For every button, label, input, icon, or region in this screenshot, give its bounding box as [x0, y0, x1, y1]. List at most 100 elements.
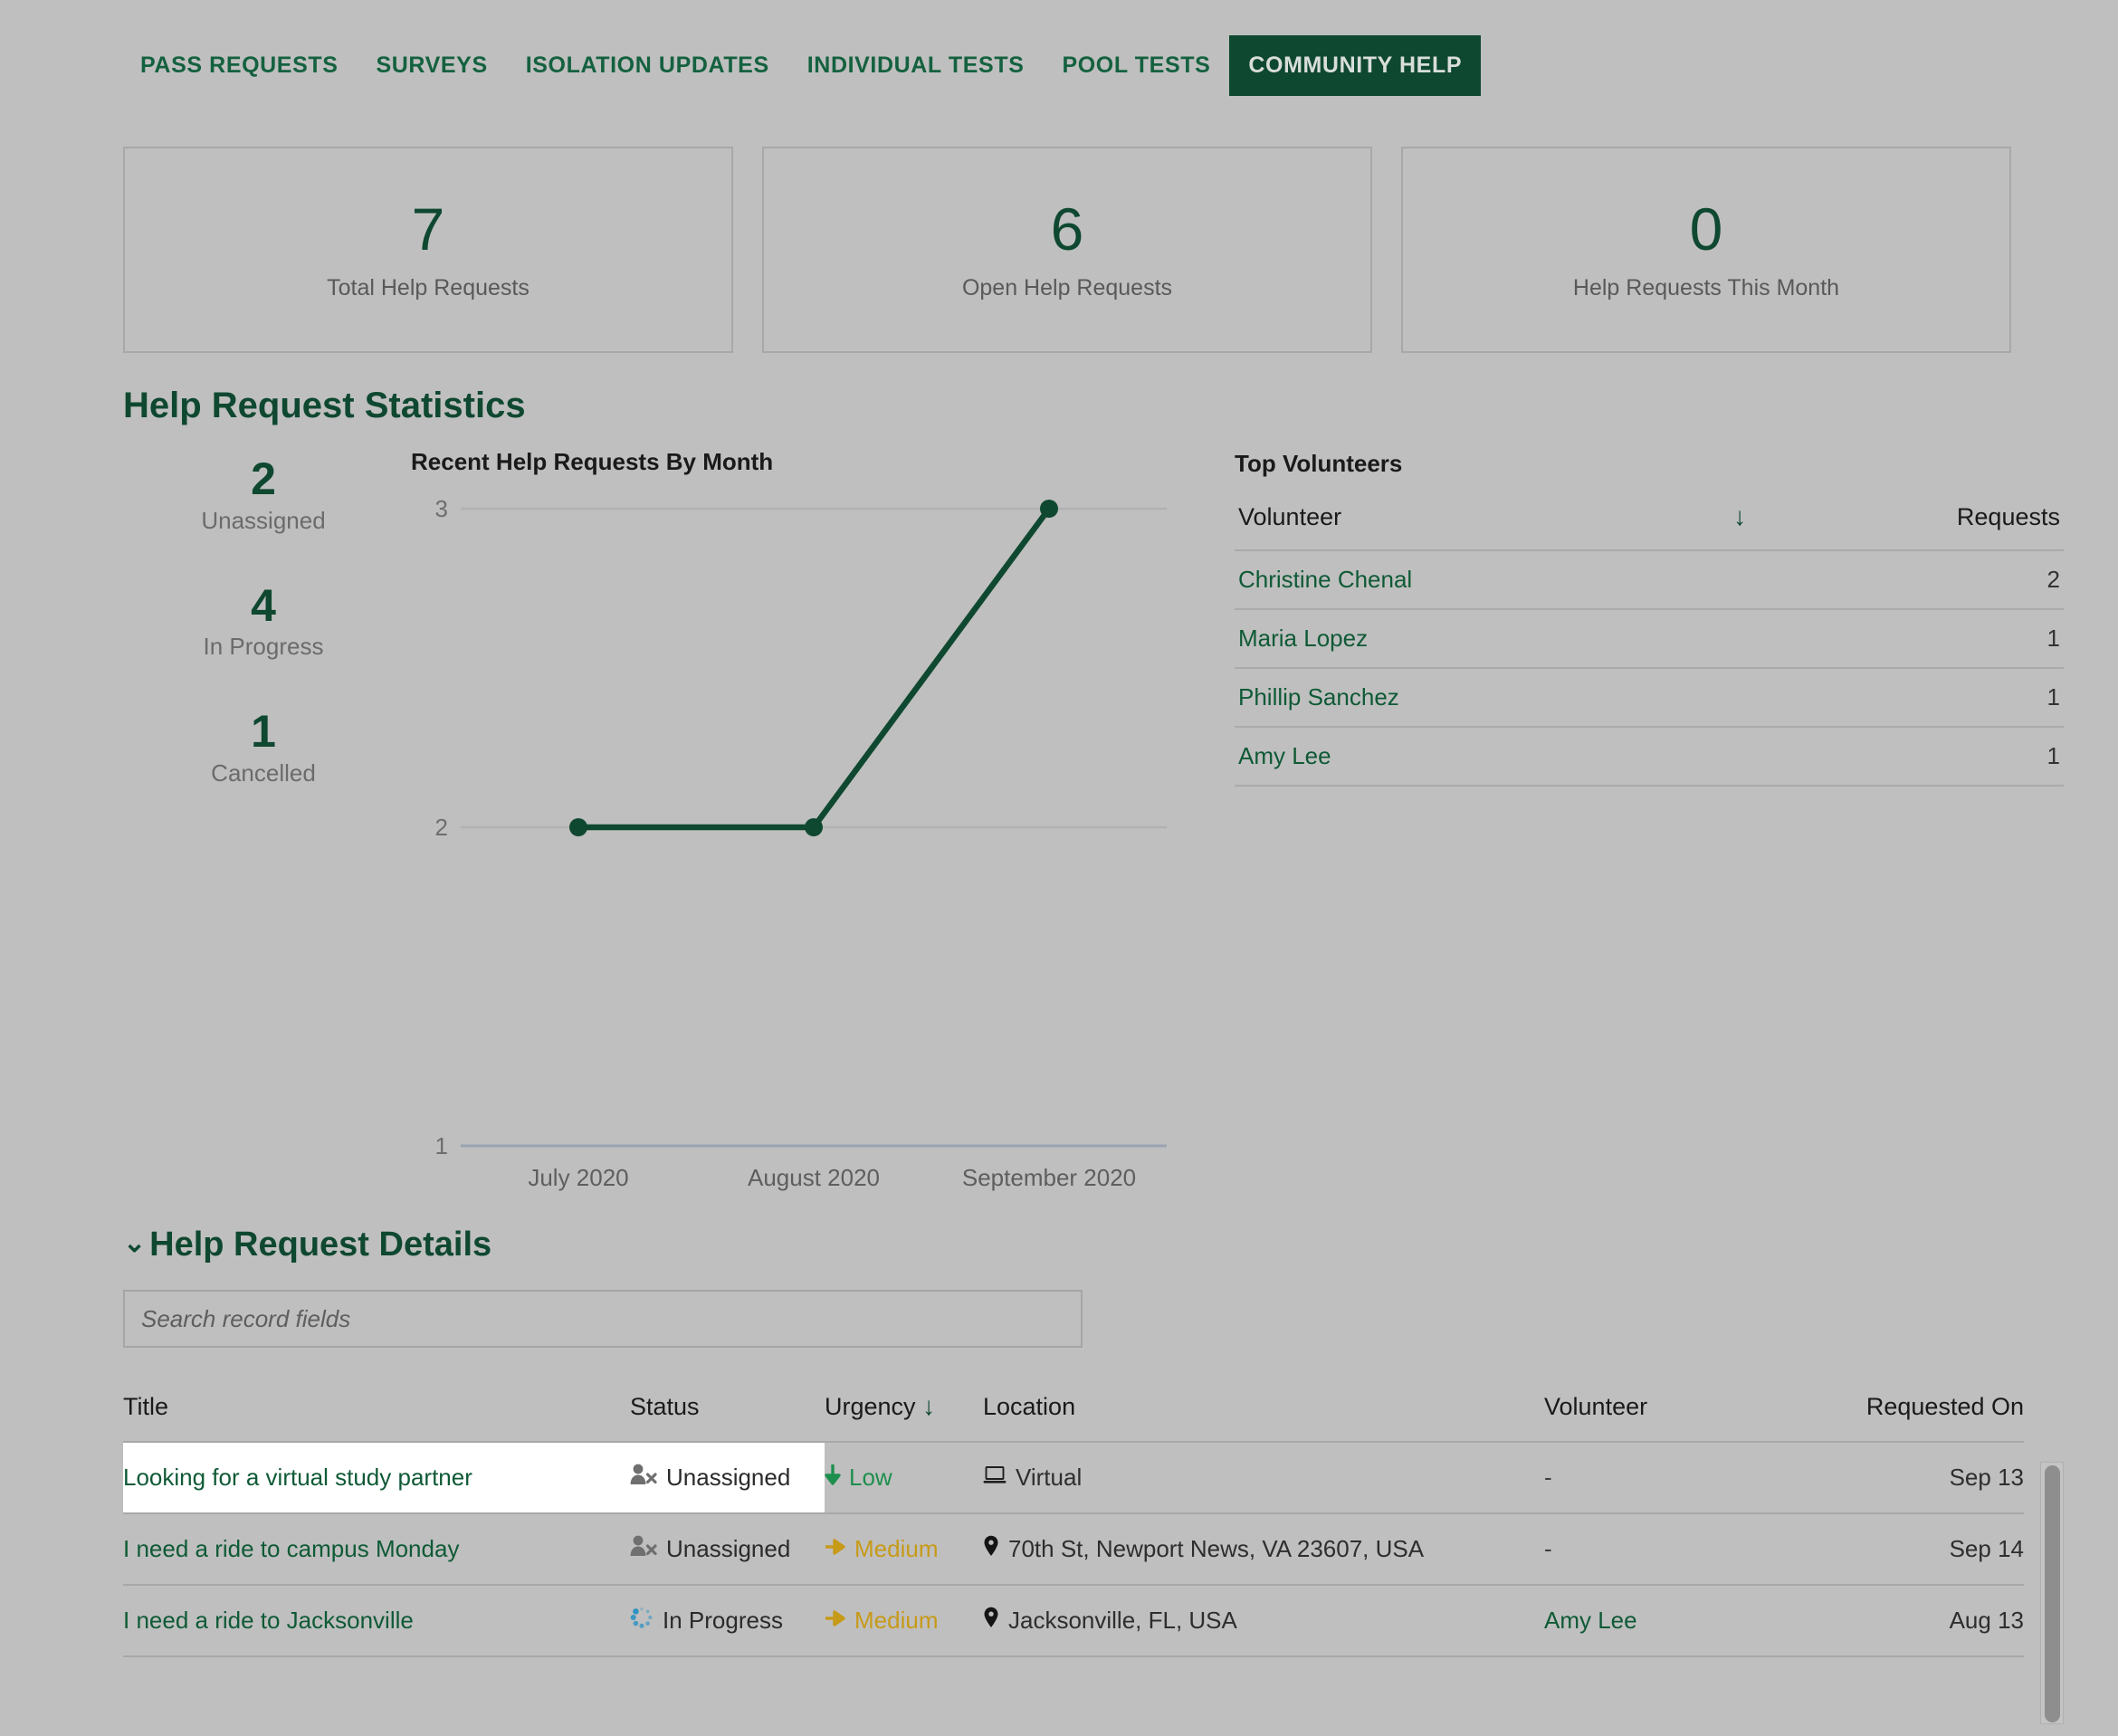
details-heading-label: Help Request Details: [149, 1226, 492, 1264]
table-header-row: Title Status Urgency ↓ Location Voluntee…: [123, 1392, 2024, 1443]
cell-title[interactable]: I need a ride to campus Monday: [123, 1513, 630, 1586]
cell-urgency: Low: [825, 1442, 983, 1514]
location-value: Virtual: [983, 1464, 1082, 1492]
status-count: 1: [251, 706, 276, 757]
column-header-title[interactable]: Title: [123, 1393, 630, 1443]
chart-y-tick-label: 3: [435, 495, 448, 522]
nav-item-isolation-updates[interactable]: ISOLATION UPDATES: [507, 35, 788, 96]
cell-status: Unassigned: [630, 1513, 825, 1586]
search-input[interactable]: [123, 1290, 1083, 1348]
kpi-label: Open Help Requests: [961, 274, 1173, 300]
arrow-down-icon: ↓: [1733, 502, 1747, 530]
cell-requested-on: Aug 13: [1825, 1585, 2024, 1657]
table-vertical-scrollbar[interactable]: [2040, 1462, 2064, 1724]
nav-item-community-help[interactable]: COMMUNITY HELP: [1229, 34, 1482, 96]
nav-item-individual-tests[interactable]: INDIVIDUAL TESTS: [788, 35, 1044, 96]
volunteer-name-link[interactable]: Christine Chenal: [1235, 550, 1700, 610]
column-header-urgency-label: Urgency: [825, 1393, 916, 1420]
volunteer-link[interactable]: Amy Lee: [1544, 1607, 1637, 1634]
arrow-right-icon: [825, 1607, 846, 1635]
table-row[interactable]: I need a ride to Jacksonville In Progres…: [123, 1585, 2024, 1657]
volunteer-name-link[interactable]: Phillip Sanchez: [1235, 668, 1700, 728]
urgency-label: Low: [849, 1464, 892, 1491]
nav-item-pass-requests[interactable]: PASS REQUESTS: [121, 35, 358, 96]
status-badge: In Progress: [630, 1606, 783, 1636]
help-requests-body: Looking for a virtual study partner Unas…: [123, 1442, 2024, 1657]
volunteer-request-count: 1: [1780, 727, 2064, 787]
kpi-card-row: 7 Total Help Requests 6 Open Help Reques…: [0, 147, 2118, 353]
status-unassigned: 2 Unassigned: [123, 455, 404, 535]
table-row[interactable]: Looking for a virtual study partner Unas…: [123, 1442, 2024, 1514]
request-title-link[interactable]: I need a ride to campus Monday: [123, 1535, 459, 1562]
cell-urgency: Medium: [825, 1513, 983, 1586]
nav-item-surveys[interactable]: SURVEYS: [358, 35, 507, 96]
volunteer-request-count: 2: [1780, 550, 2064, 610]
location-label: Jacksonville, FL, USA: [1008, 1607, 1237, 1634]
table-row[interactable]: Christine Chenal 2: [1235, 550, 2064, 610]
scrollbar-thumb[interactable]: [2045, 1465, 2060, 1722]
volunteer-spacer-cell: [1699, 668, 1781, 728]
location-value: 70th St, Newport News, VA 23607, USA: [983, 1535, 1424, 1563]
request-title-link[interactable]: Looking for a virtual study partner: [123, 1464, 472, 1491]
column-header-urgency[interactable]: Urgency ↓: [825, 1392, 983, 1443]
table-header-row: Volunteer ↓ Requests: [1235, 498, 2064, 551]
column-header-requests[interactable]: Requests: [1780, 498, 2064, 551]
chart-data-point[interactable]: [569, 818, 587, 836]
volunteer-name-link[interactable]: Maria Lopez: [1235, 609, 1700, 669]
help-request-details-heading[interactable]: ⌄ Help Request Details: [123, 1226, 2064, 1264]
nav-item-pool-tests[interactable]: POOL TESTS: [1043, 35, 1229, 96]
status-label: Unassigned: [201, 506, 326, 534]
kpi-card-open-help-requests[interactable]: 6 Open Help Requests: [762, 147, 1372, 353]
kpi-card-help-requests-this-month[interactable]: 0 Help Requests This Month: [1401, 147, 2011, 353]
cell-volunteer: -: [1544, 1442, 1825, 1514]
request-title-link[interactable]: I need a ride to Jacksonville: [123, 1607, 414, 1634]
status-label: Unassigned: [666, 1464, 791, 1491]
chevron-down-icon[interactable]: ⌄: [123, 1229, 146, 1257]
urgency-badge: Medium: [825, 1607, 938, 1635]
table-row[interactable]: Phillip Sanchez 1: [1235, 668, 2064, 728]
map-pin-icon: [983, 1535, 999, 1563]
help-requests-table: Title Status Urgency ↓ Location Voluntee…: [123, 1393, 2024, 1657]
spinner-icon: [630, 1606, 654, 1636]
help-request-statistics-heading: Help Request Statistics: [123, 386, 526, 425]
chart-data-point[interactable]: [1040, 500, 1058, 518]
volunteer-request-count: 1: [1780, 668, 2064, 728]
cell-location: 70th St, Newport News, VA 23607, USA: [983, 1513, 1544, 1586]
statistics-body: 2 Unassigned 4 In Progress 1 Cancelled R…: [0, 448, 2118, 1216]
volunteer-spacer-cell: [1699, 727, 1781, 787]
sort-indicator-cell[interactable]: ↓: [1699, 498, 1781, 551]
column-header-location[interactable]: Location: [983, 1393, 1544, 1443]
kpi-label: Total Help Requests: [327, 274, 530, 300]
status-in-progress: 4 In Progress: [123, 579, 404, 662]
cell-requested-on: Sep 14: [1825, 1513, 2024, 1586]
volunteer-name-link[interactable]: Amy Lee: [1235, 727, 1700, 787]
arrow-down-icon: ↓: [922, 1392, 936, 1420]
cell-title[interactable]: Looking for a virtual study partner: [123, 1442, 630, 1514]
cell-title[interactable]: I need a ride to Jacksonville: [123, 1585, 630, 1657]
table-row[interactable]: Amy Lee 1: [1235, 727, 2064, 787]
table-row[interactable]: I need a ride to campus Monday Unassigne…: [123, 1513, 2024, 1586]
volunteer-spacer-cell: [1699, 550, 1781, 610]
laptop-icon: [983, 1464, 1007, 1492]
column-header-volunteer[interactable]: Volunteer: [1544, 1393, 1825, 1443]
urgency-label: Medium: [854, 1607, 939, 1634]
cell-status: Unassigned: [630, 1442, 825, 1514]
table-row[interactable]: Maria Lopez 1: [1235, 609, 2064, 669]
chart-x-tick-label: August 2020: [748, 1164, 880, 1191]
status-label: In Progress: [203, 633, 324, 660]
column-header-requested-on[interactable]: Requested On: [1825, 1393, 2024, 1443]
status-count: 4: [251, 579, 276, 631]
column-header-volunteer[interactable]: Volunteer: [1235, 498, 1700, 551]
status-label: Cancelled: [211, 758, 316, 787]
top-volunteers-body: Christine Chenal 2 Maria Lopez 1 Phillip San…: [1235, 550, 2064, 787]
status-cancelled: 1 Cancelled: [123, 708, 404, 787]
kpi-value: 7: [411, 195, 445, 262]
urgency-label: Medium: [854, 1535, 939, 1562]
user-x-icon: [630, 1463, 657, 1493]
column-header-status[interactable]: Status: [630, 1393, 825, 1443]
chart-data-point[interactable]: [805, 818, 823, 836]
chart-x-tick-label: September 2020: [962, 1164, 1136, 1191]
chart-series-line: [575, 505, 1053, 831]
kpi-card-total-help-requests[interactable]: 7 Total Help Requests: [123, 147, 733, 353]
cell-volunteer: Amy Lee: [1544, 1585, 1825, 1657]
